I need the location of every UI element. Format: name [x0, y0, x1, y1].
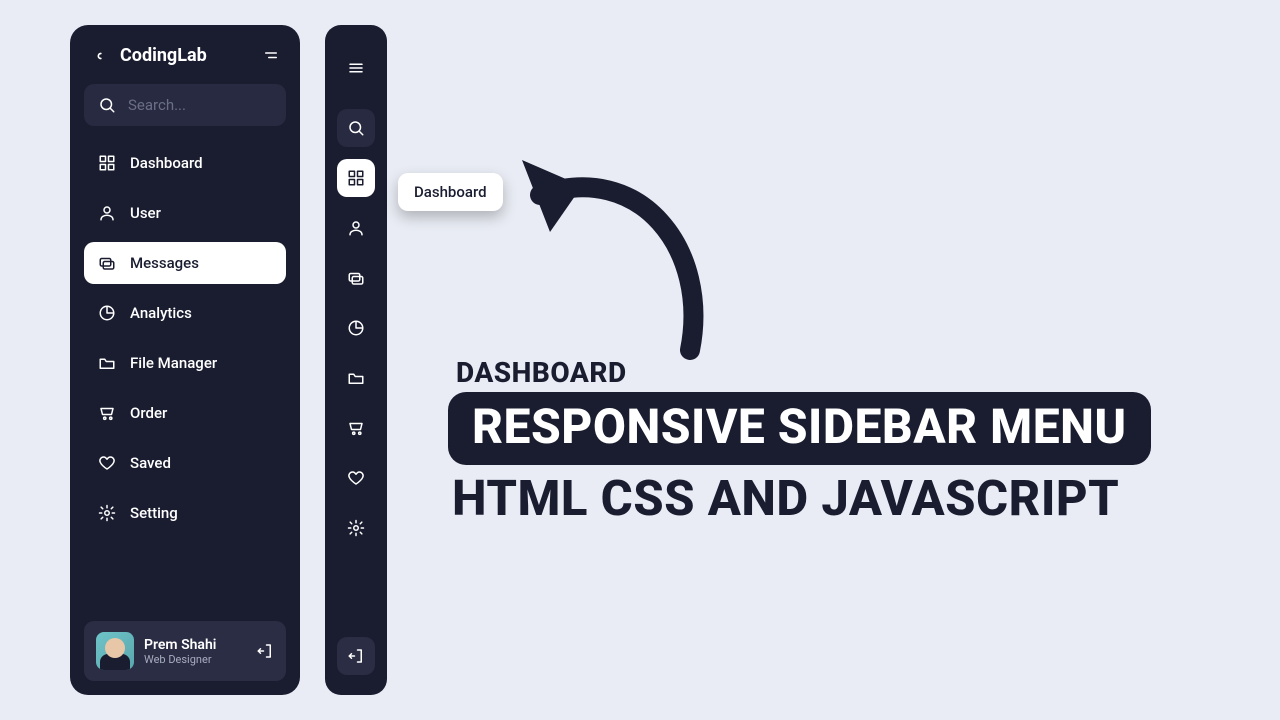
- search-input[interactable]: Search...: [84, 84, 286, 126]
- messages-icon: [347, 269, 365, 287]
- mini-item-files[interactable]: [337, 359, 375, 397]
- sidebar-item-setting[interactable]: Setting: [84, 492, 286, 534]
- pie-icon: [98, 304, 116, 322]
- sidebar-item-user[interactable]: User: [84, 192, 286, 234]
- grid-icon: [98, 154, 116, 172]
- sidebar-item-order[interactable]: Order: [84, 392, 286, 434]
- sidebar-item-label: Analytics: [130, 304, 192, 322]
- messages-icon: [98, 254, 116, 272]
- mini-item-setting[interactable]: [337, 509, 375, 547]
- mini-logout[interactable]: [337, 637, 375, 675]
- sidebar-item-label: Setting: [130, 504, 178, 522]
- heart-icon: [347, 469, 365, 487]
- profile-role: Web Designer: [144, 653, 216, 666]
- mini-item-analytics[interactable]: [337, 309, 375, 347]
- folder-icon: [98, 354, 116, 372]
- cart-icon: [347, 419, 365, 437]
- mini-search[interactable]: [337, 109, 375, 147]
- mini-item-saved[interactable]: [337, 459, 375, 497]
- brand-name: CodingLab: [120, 45, 207, 66]
- search-icon: [347, 119, 365, 137]
- logout-icon[interactable]: [256, 642, 274, 660]
- hero-title: RESPONSIVE SIDEBAR MENU: [448, 392, 1151, 465]
- pointer-arrow: [510, 100, 730, 360]
- sidebar-item-messages[interactable]: Messages: [84, 242, 286, 284]
- mini-item-order[interactable]: [337, 409, 375, 447]
- search-placeholder: Search...: [128, 96, 186, 114]
- heart-icon: [98, 454, 116, 472]
- hero-subtitle: HTML CSS AND JAVASCRIPT: [452, 470, 1119, 527]
- brand-row: CodingLab: [84, 43, 286, 78]
- mini-menu-toggle[interactable]: [337, 49, 375, 87]
- profile-card: Prem Shahi Web Designer: [84, 621, 286, 681]
- logout-icon: [347, 647, 365, 665]
- user-icon: [98, 204, 116, 222]
- user-icon: [347, 219, 365, 237]
- tooltip-dashboard: Dashboard: [398, 173, 503, 211]
- avatar: [96, 632, 134, 670]
- sidebar-item-label: Order: [130, 404, 167, 422]
- sidebar-expanded: CodingLab Search... Dashboard User Messa…: [70, 25, 300, 695]
- grid-icon: [347, 169, 365, 187]
- cart-icon: [98, 404, 116, 422]
- gear-icon: [98, 504, 116, 522]
- nav-list: Dashboard User Messages Analytics File M…: [84, 138, 286, 621]
- search-icon: [98, 96, 116, 114]
- sidebar-item-label: Messages: [130, 254, 199, 272]
- hamburger-icon: [347, 59, 365, 77]
- sidebar-item-analytics[interactable]: Analytics: [84, 292, 286, 334]
- sidebar-item-files[interactable]: File Manager: [84, 342, 286, 384]
- pie-icon: [347, 319, 365, 337]
- logo-icon: [90, 46, 110, 66]
- mini-item-dashboard[interactable]: [337, 159, 375, 197]
- folder-icon: [347, 369, 365, 387]
- sidebar-item-saved[interactable]: Saved: [84, 442, 286, 484]
- sidebar-item-label: Dashboard: [130, 154, 203, 172]
- profile-info[interactable]: Prem Shahi Web Designer: [96, 632, 216, 670]
- gear-icon: [347, 519, 365, 537]
- profile-name: Prem Shahi: [144, 637, 216, 653]
- sidebar-item-dashboard[interactable]: Dashboard: [84, 142, 286, 184]
- mini-item-messages[interactable]: [337, 259, 375, 297]
- sidebar-item-label: Saved: [130, 454, 171, 472]
- hero-kicker: DASHBOARD: [456, 356, 627, 389]
- brand: CodingLab: [90, 45, 207, 66]
- menu-collapse-icon[interactable]: [262, 47, 280, 65]
- sidebar-item-label: User: [130, 204, 161, 222]
- sidebar-collapsed: [325, 25, 387, 695]
- mini-item-user[interactable]: [337, 209, 375, 247]
- sidebar-item-label: File Manager: [130, 354, 217, 372]
